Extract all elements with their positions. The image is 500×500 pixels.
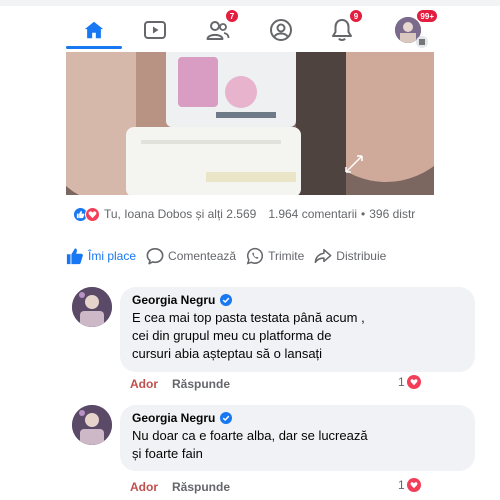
share-label: Distribuie: [336, 249, 387, 263]
reactions-text: Tu, Ioana Dobos și alți 2.569: [104, 207, 257, 221]
love-reaction-icon: [85, 206, 100, 222]
comment-text: E cea mai top pasta testata până acum , …: [132, 309, 463, 363]
avatar[interactable]: [72, 405, 112, 445]
share-icon: [314, 248, 332, 264]
reply-button[interactable]: Răspunde: [172, 377, 230, 391]
verified-badge-icon: [220, 294, 233, 306]
comments-count[interactable]: 1.964 comentarii: [268, 207, 357, 221]
comment-line: și foarte fain: [132, 446, 203, 461]
comment-bubble: Georgia Negru E cea mai top pasta testat…: [120, 287, 475, 372]
shares-count[interactable]: 396 distr: [369, 207, 415, 221]
friends-icon: [206, 21, 230, 40]
reaction-icons: [73, 206, 100, 222]
comment-icon: [146, 247, 164, 265]
home-icon: [84, 21, 104, 39]
comment-bubble: Georgia Negru Nu doar ca e foarte alba, …: [120, 405, 475, 471]
top-nav-bar: 7 9 99+: [0, 0, 500, 52]
nav-watch-tab[interactable]: [137, 12, 173, 48]
notifications-badge: 9: [349, 9, 363, 23]
like-label: Îmi place: [88, 249, 137, 263]
comment-text: Nu doar ca e foarte alba, dar se lucreaz…: [132, 427, 463, 463]
comment-author[interactable]: Georgia Negru: [132, 293, 463, 307]
likes-count: 1: [398, 375, 405, 389]
comment-label: Comentează: [168, 249, 237, 263]
heart-icon: [406, 375, 421, 389]
nav-home-tab[interactable]: [76, 12, 112, 48]
post-action-bar: Îmi place Comentează Trimite Distribuie: [66, 243, 436, 269]
post-video[interactable]: [66, 52, 434, 195]
active-tab-indicator: [66, 46, 122, 49]
video-frame: [66, 52, 434, 195]
comment-reaction-count[interactable]: 1: [398, 478, 421, 492]
video-icon: [144, 21, 166, 39]
comment-line: Nu doar ca e foarte alba, dar se lucreaz…: [132, 428, 368, 443]
comment-actions: Ador Răspunde: [130, 480, 230, 494]
share-button[interactable]: Distribuie: [314, 247, 386, 265]
like-button[interactable]: Îmi place: [66, 247, 136, 265]
nav-friends-tab[interactable]: 7: [200, 9, 239, 48]
nav-profile-tab[interactable]: [263, 12, 299, 48]
reactions-summary[interactable]: Tu, Ioana Dobos și alți 2.569 1.964 come…: [73, 205, 443, 223]
comment-author[interactable]: Georgia Negru: [132, 411, 463, 425]
comment-line: cursuri abia așteptau să o lansați: [132, 346, 323, 361]
thumbs-up-icon: [66, 248, 83, 265]
author-name[interactable]: Georgia Negru: [132, 411, 215, 425]
ador-button[interactable]: Ador: [130, 377, 158, 391]
bell-icon: [332, 19, 352, 41]
author-name[interactable]: Georgia Negru: [132, 293, 215, 307]
reply-button[interactable]: Răspunde: [172, 480, 230, 494]
menu-badge: 99+: [416, 9, 438, 23]
dot-separator: •: [361, 207, 366, 221]
hamburger-icon: [416, 36, 428, 48]
friends-badge: 7: [225, 9, 239, 23]
send-button[interactable]: Trimite: [246, 247, 304, 265]
ador-button[interactable]: Ador: [130, 480, 158, 494]
comment-line: E cea mai top pasta testata până acum ,: [132, 310, 365, 325]
heart-icon: [406, 478, 421, 492]
avatar[interactable]: [72, 287, 112, 327]
comment-actions: Ador Răspunde: [130, 377, 230, 391]
comment-reaction-count[interactable]: 1: [398, 375, 421, 389]
likes-count: 1: [398, 478, 405, 492]
send-label: Trimite: [268, 249, 305, 263]
whatsapp-icon: [246, 247, 264, 265]
comment-line: cei din grupul meu cu platforma de: [132, 328, 332, 343]
verified-badge-icon: [220, 412, 233, 424]
nav-notifications-tab[interactable]: 9: [324, 9, 363, 48]
status-strip: [0, 0, 500, 6]
comment-button[interactable]: Comentează: [146, 247, 236, 265]
nav-menu-tab[interactable]: 99+: [390, 9, 438, 48]
profile-icon: [270, 19, 292, 41]
